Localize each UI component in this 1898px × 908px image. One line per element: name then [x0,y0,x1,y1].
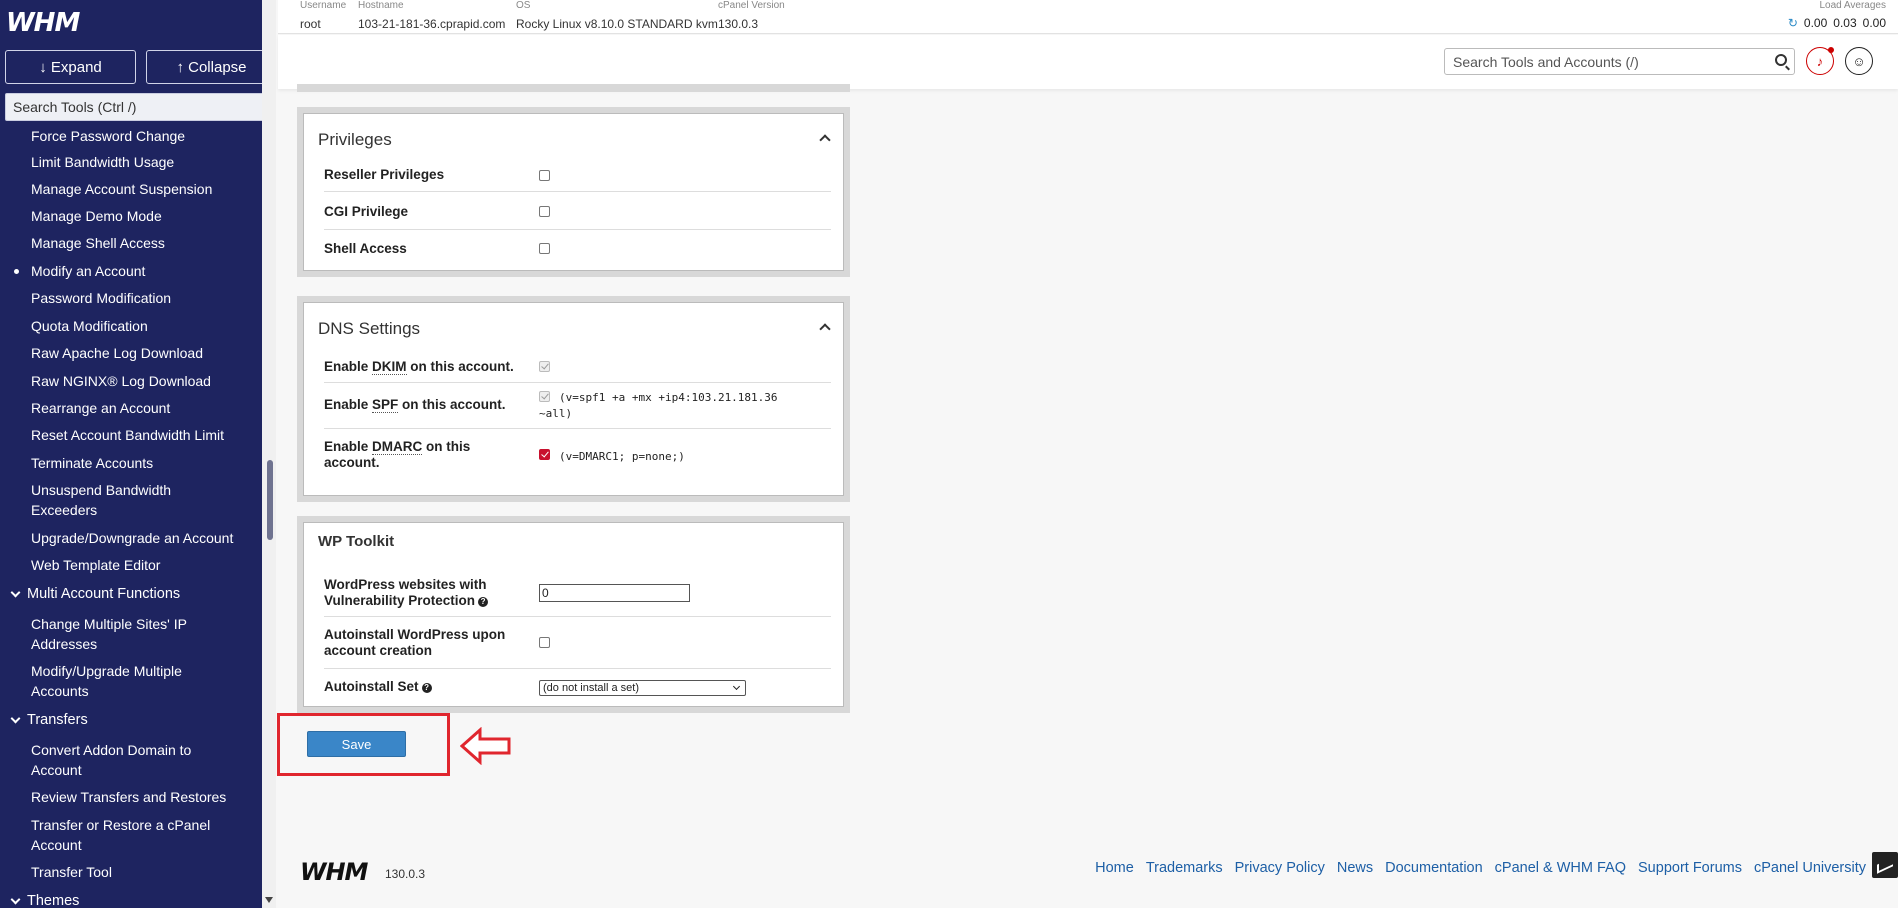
cpanel-version-info: cPanel Version 130.0.3 [718,0,785,31]
annotation-arrow-icon [460,727,511,765]
refresh-icon[interactable]: ↻ [1788,16,1798,30]
dkim-checkbox [539,361,550,372]
sidebar-item-unsuspend-bandwidth[interactable]: Unsuspend Bandwidth Exceeders [31,480,181,520]
sidebar-item-modify-account[interactable]: Modify an Account [14,261,246,281]
dns-row-dkim: Enable DKIM on this account. [324,351,831,383]
sidebar-group-multi-account[interactable]: Multi Account Functions [10,584,180,604]
footer-link-faq[interactable]: cPanel & WHM FAQ [1495,860,1626,876]
username-info: Username root [300,0,347,31]
expand-button[interactable]: ↓ Expand [5,50,136,84]
shell-access-checkbox[interactable] [539,243,550,254]
privileges-panel: Privileges Reseller Privileges CGI Privi… [297,107,850,277]
dns-row-dmarc: Enable DMARC on this account. (v=DMARC1; … [324,439,685,470]
analytics-graph-icon[interactable] [1872,852,1898,878]
wp-row-autoinstall: Autoinstall WordPress upon account creati… [324,617,831,669]
spf-record-value-cont: ~all) [539,407,573,420]
dmarc-checkbox[interactable] [539,449,550,460]
footer-link-trademarks[interactable]: Trademarks [1146,860,1223,876]
server-info-bar: Username root Hostname 103-21-181-36.cpr… [278,0,1898,34]
privilege-row-shell: Shell Access [324,230,831,265]
notification-dot [1828,47,1834,53]
privileges-title: Privileges [318,130,392,149]
scroll-down-arrow-icon[interactable] [265,897,273,903]
sidebar-item-raw-apache-log[interactable]: Raw Apache Log Download [31,343,246,363]
footer-link-privacy[interactable]: Privacy Policy [1235,860,1325,876]
sidebar-item-upgrade-downgrade[interactable]: Upgrade/Downgrade an Account [31,528,246,548]
os-info: OS Rocky Linux v8.10.0 STANDARD kvm [516,0,718,31]
wp-toolkit-panel: WP Toolkit WordPress websites with Vulner… [297,516,850,713]
save-button[interactable]: Save [307,731,406,757]
sidebar-item-reset-bandwidth[interactable]: Reset Account Bandwidth Limit [31,425,246,445]
sidebar-item-terminate-accounts[interactable]: Terminate Accounts [31,453,246,473]
sidebar-item-quota-modification[interactable]: Quota Modification [31,316,246,336]
privilege-row-reseller: Reseller Privileges [324,159,831,192]
wp-row-vulnerability: WordPress websites with Vulnerability Pro… [324,567,831,617]
sidebar-item-demo-mode[interactable]: Manage Demo Mode [31,206,246,226]
whm-logo: WHM [6,8,80,38]
autoinstall-wordpress-checkbox[interactable] [539,637,550,648]
previous-panel-edge [297,84,850,92]
chevron-up-icon[interactable] [819,134,831,146]
sidebar-scrollbar[interactable] [262,0,276,908]
footer-links: Home Trademarks Privacy Policy News Docu… [1095,860,1866,876]
footer-whm-logo: WHM [300,858,368,886]
footer-link-university[interactable]: cPanel University [1754,860,1866,876]
privilege-row-cgi: CGI Privilege [324,192,831,230]
sidebar-search-input[interactable]: Search Tools (Ctrl /) [5,93,262,121]
dmarc-record-value: (v=DMARC1; p=none;) [559,450,685,463]
collapse-button[interactable]: ↑ Collapse [146,50,262,84]
sidebar-scroll-thumb[interactable] [267,460,273,540]
dns-settings-title: DNS Settings [318,319,421,338]
hostname-info: Hostname 103-21-181-36.cprapid.com [358,0,506,31]
sidebar-item-transfer-restore[interactable]: Transfer or Restore a cPanel Account [31,815,226,855]
chevron-down-icon [732,682,741,691]
cgi-privilege-checkbox[interactable] [539,206,550,217]
footer-link-forums[interactable]: Support Forums [1638,860,1742,876]
help-icon[interactable]: ? [421,683,432,693]
footer-version: 130.0.3 [385,867,426,881]
load-averages: Load Averages ↻ 0.00 0.03 0.00 [1787,0,1886,30]
sidebar-item-rearrange-account[interactable]: Rearrange an Account [31,398,246,418]
sidebar: WHM ↓ Expand ↑ Collapse Search Tools (Ct… [0,0,262,908]
sidebar-item-password-modification[interactable]: Password Modification [31,288,246,308]
search-icon[interactable] [1775,54,1787,66]
dns-row-spf: Enable SPF on this account. (v=spf1 +a +… [324,383,831,429]
dns-settings-panel: DNS Settings Enable DKIM on this account… [297,296,850,502]
sidebar-item-raw-nginx-log[interactable]: Raw NGINX® Log Download [31,371,246,391]
sidebar-item-web-template-editor[interactable]: Web Template Editor [31,555,246,575]
autoinstall-set-select[interactable]: (do not install a set) [539,680,746,696]
sidebar-item-shell-access[interactable]: Manage Shell Access [31,233,246,253]
sidebar-item-review-transfers[interactable]: Review Transfers and Restores [31,787,246,807]
chevron-down-icon [10,587,21,597]
sidebar-item-modify-multiple[interactable]: Modify/Upgrade Multiple Accounts [31,661,201,701]
reseller-privileges-checkbox[interactable] [539,170,550,181]
footer-link-home[interactable]: Home [1095,860,1134,876]
sidebar-group-themes[interactable]: Themes [10,891,79,908]
chevron-down-icon [10,713,21,723]
vulnerability-protection-input[interactable]: 0 [539,584,690,602]
help-icon[interactable]: ? [478,597,489,607]
footer-link-news[interactable]: News [1337,860,1373,876]
chevron-down-icon [10,894,21,904]
sidebar-item-limit-bandwidth[interactable]: Limit Bandwidth Usage [31,152,246,172]
sidebar-item-force-password[interactable]: Force Password Change [31,126,246,146]
sidebar-item-convert-addon[interactable]: Convert Addon Domain to Account [31,740,216,780]
sidebar-group-transfers[interactable]: Transfers [10,710,88,730]
sidebar-item-transfer-tool[interactable]: Transfer Tool [31,862,246,882]
spf-checkbox [539,391,550,402]
user-account-icon[interactable]: ☺ [1845,47,1873,75]
wp-row-autoinstall-set: Autoinstall Set? (do not install a set) [324,669,831,704]
wp-toolkit-title: WP Toolkit [318,533,395,550]
footer-link-documentation[interactable]: Documentation [1385,860,1483,876]
chevron-up-icon[interactable] [819,323,831,335]
spf-record-value: (v=spf1 +a +mx +ip4:103.21.181.36 [559,391,778,404]
sidebar-item-change-multiple-ip[interactable]: Change Multiple Sites' IP Addresses [31,614,206,654]
sidebar-item-manage-suspension[interactable]: Manage Account Suspension [31,179,246,199]
search-tools-accounts-input[interactable]: Search Tools and Accounts (/) [1444,48,1795,75]
